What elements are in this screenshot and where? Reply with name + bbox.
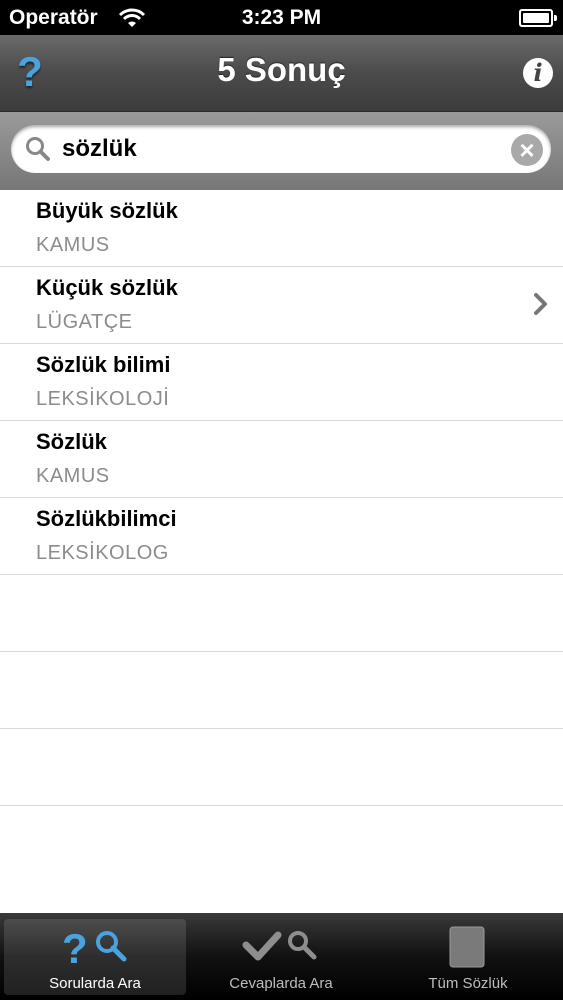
list-item[interactable]: Sözlük KAMUS — [0, 421, 563, 498]
result-term: Sözlük — [36, 429, 107, 454]
tab-label: Tüm Sözlük — [428, 975, 508, 992]
result-translation: LEKSİKOLOG — [36, 542, 169, 564]
empty-row — [0, 575, 563, 652]
result-term: Sözlük bilimi — [36, 352, 171, 377]
list-item[interactable]: Sözlük bilimi LEKSİKOLOJİ — [0, 344, 563, 421]
list-item[interactable]: Küçük sözlük LÜGATÇE — [0, 267, 563, 344]
tab-sorularda-ara[interactable]: ? Sorularda Ara — [4, 919, 186, 995]
search-field[interactable]: sözlük × — [11, 125, 551, 173]
result-term: Küçük sözlük — [36, 275, 178, 300]
results-list: Büyük sözlük KAMUS Küçük sözlük LÜGATÇE … — [0, 190, 563, 806]
result-translation: KAMUS — [36, 234, 110, 256]
tab-label: Cevaplarda Ara — [229, 975, 333, 992]
list-item[interactable]: Sözlükbilimci LEKSİKOLOG — [0, 498, 563, 575]
info-button[interactable]: i — [523, 58, 553, 88]
status-bar: Operatör 3:23 PM — [0, 0, 563, 35]
list-item[interactable]: Büyük sözlük KAMUS — [0, 190, 563, 267]
clear-search-button[interactable]: × — [511, 134, 543, 166]
tab-tum-sozluk[interactable]: Tüm Sözlük — [377, 919, 559, 995]
navigation-bar: ? 5 Sonuç i — [0, 35, 563, 112]
search-bar: sözlük × — [0, 112, 563, 191]
search-input[interactable]: sözlük — [62, 135, 137, 163]
book-icon — [377, 923, 559, 969]
clock: 3:23 PM — [241, 6, 322, 29]
info-icon: i — [533, 58, 543, 87]
checkmark-search-icon — [190, 923, 372, 969]
tab-bar: ? Sorularda Ara Cevaplarda Ara Tüm Sözlü… — [0, 913, 563, 1000]
battery-icon — [519, 9, 557, 27]
question-search-icon: ? — [4, 923, 186, 972]
result-translation: KAMUS — [36, 465, 110, 487]
result-term: Büyük sözlük — [36, 198, 178, 223]
empty-row — [0, 652, 563, 729]
result-term: Sözlükbilimci — [36, 506, 177, 531]
result-translation: LÜGATÇE — [36, 311, 133, 333]
page-title: 5 Sonuç — [217, 51, 346, 88]
svg-text:?: ? — [62, 925, 88, 969]
result-translation: LEKSİKOLOJİ — [36, 388, 170, 410]
empty-row — [0, 729, 563, 806]
close-icon: × — [519, 135, 535, 165]
tab-label: Sorularda Ara — [49, 975, 141, 992]
search-icon — [25, 136, 51, 167]
tab-cevaplarda-ara[interactable]: Cevaplarda Ara — [190, 919, 372, 995]
chevron-right-icon — [533, 292, 549, 323]
